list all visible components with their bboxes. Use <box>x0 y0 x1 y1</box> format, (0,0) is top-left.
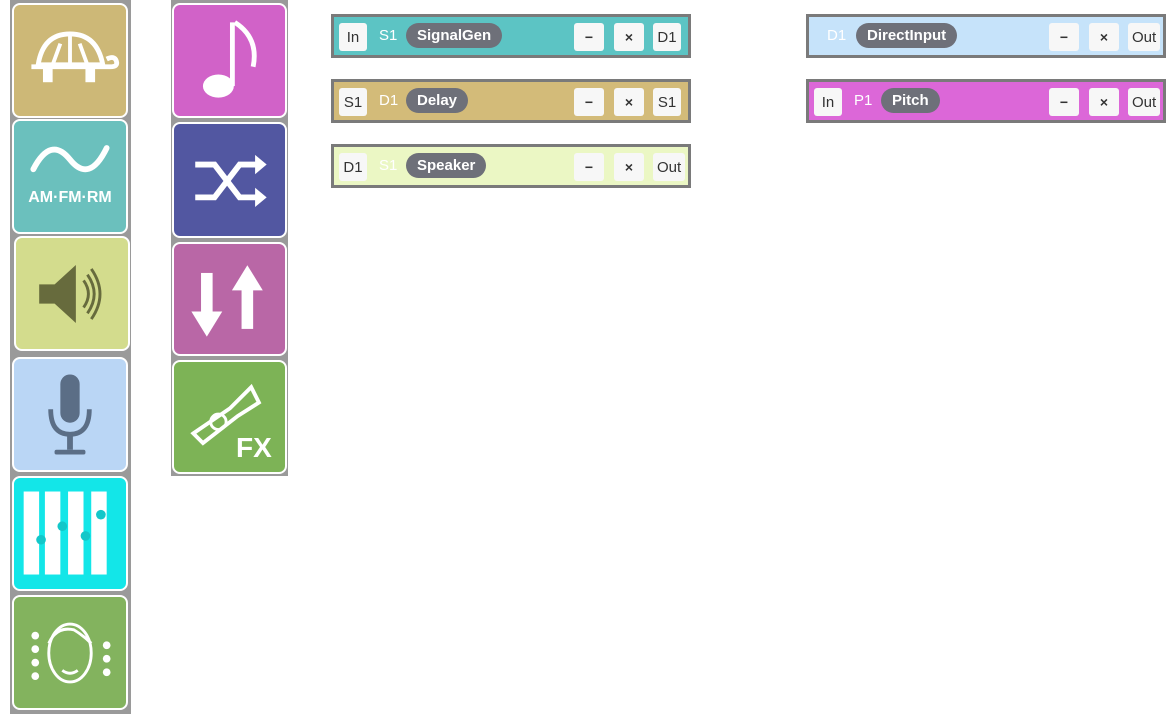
microphone-icon <box>48 374 92 455</box>
up-down-arrows-icon <box>191 265 263 337</box>
output-port[interactable]: D1 <box>653 23 681 51</box>
microphone-tile[interactable] <box>12 357 128 472</box>
pitch-node[interactable]: In P1 Pitch − × Out <box>806 79 1166 123</box>
up-down-tile[interactable] <box>172 242 287 356</box>
minimize-button[interactable]: − <box>574 23 604 51</box>
node-name: Delay <box>406 88 469 113</box>
node-name: Pitch <box>881 88 940 113</box>
close-button[interactable]: × <box>614 153 644 181</box>
speaker-node[interactable]: D1 S1 Speaker − × Out <box>331 144 691 188</box>
am-fm-rm-tile[interactable]: AM·FM·RM <box>12 119 128 234</box>
minimize-button[interactable]: − <box>1049 88 1079 116</box>
sliders-icon <box>23 491 107 575</box>
input-port[interactable]: S1 <box>339 88 367 116</box>
minimize-button[interactable]: − <box>574 153 604 181</box>
node-name: DirectInput <box>856 23 958 48</box>
minimize-button[interactable]: − <box>574 88 604 116</box>
node-id-label: D1 <box>379 92 399 109</box>
output-port[interactable]: S1 <box>653 88 681 116</box>
signalgen-node[interactable]: In S1 SignalGen − × D1 <box>331 14 691 58</box>
node-name: SignalGen <box>406 23 503 48</box>
output-port[interactable]: Out <box>1128 88 1161 116</box>
delay-node[interactable]: S1 D1 Delay − × S1 <box>331 79 691 123</box>
trumpet-fx-tile[interactable]: FX <box>172 360 287 474</box>
minimize-button[interactable]: − <box>1049 23 1079 51</box>
music-note-icon <box>202 20 257 98</box>
node-name: Speaker <box>406 153 487 178</box>
input-port[interactable]: In <box>339 23 367 51</box>
face-icon <box>31 622 111 684</box>
face-tile[interactable] <box>12 595 128 710</box>
input-port[interactable]: D1 <box>339 153 367 181</box>
close-button[interactable]: × <box>1089 23 1119 51</box>
speaker-icon <box>39 265 102 323</box>
am-fm-rm-label: AM·FM·RM <box>28 189 112 206</box>
close-button[interactable]: × <box>614 23 644 51</box>
speaker-tile[interactable] <box>14 236 130 351</box>
directinput-node[interactable]: D1 DirectInput − × Out <box>806 14 1166 58</box>
turtle-icon <box>31 31 120 83</box>
node-id-label: D1 <box>827 27 847 44</box>
node-id-label: S1 <box>379 27 398 44</box>
output-port[interactable]: Out <box>1128 23 1161 51</box>
close-button[interactable]: × <box>1089 88 1119 116</box>
node-id-label: S1 <box>379 157 398 174</box>
mixer-tile[interactable] <box>12 476 128 591</box>
input-port[interactable]: In <box>814 88 842 116</box>
fx-label: FX <box>236 432 272 463</box>
turtle-tile[interactable] <box>12 3 128 118</box>
shuffle-icon <box>195 154 267 208</box>
music-note-tile[interactable] <box>172 3 287 118</box>
sine-wave-icon <box>30 145 110 173</box>
node-id-label: P1 <box>854 92 873 109</box>
shuffle-tile[interactable] <box>172 122 287 238</box>
close-button[interactable]: × <box>614 88 644 116</box>
output-port[interactable]: Out <box>653 153 686 181</box>
